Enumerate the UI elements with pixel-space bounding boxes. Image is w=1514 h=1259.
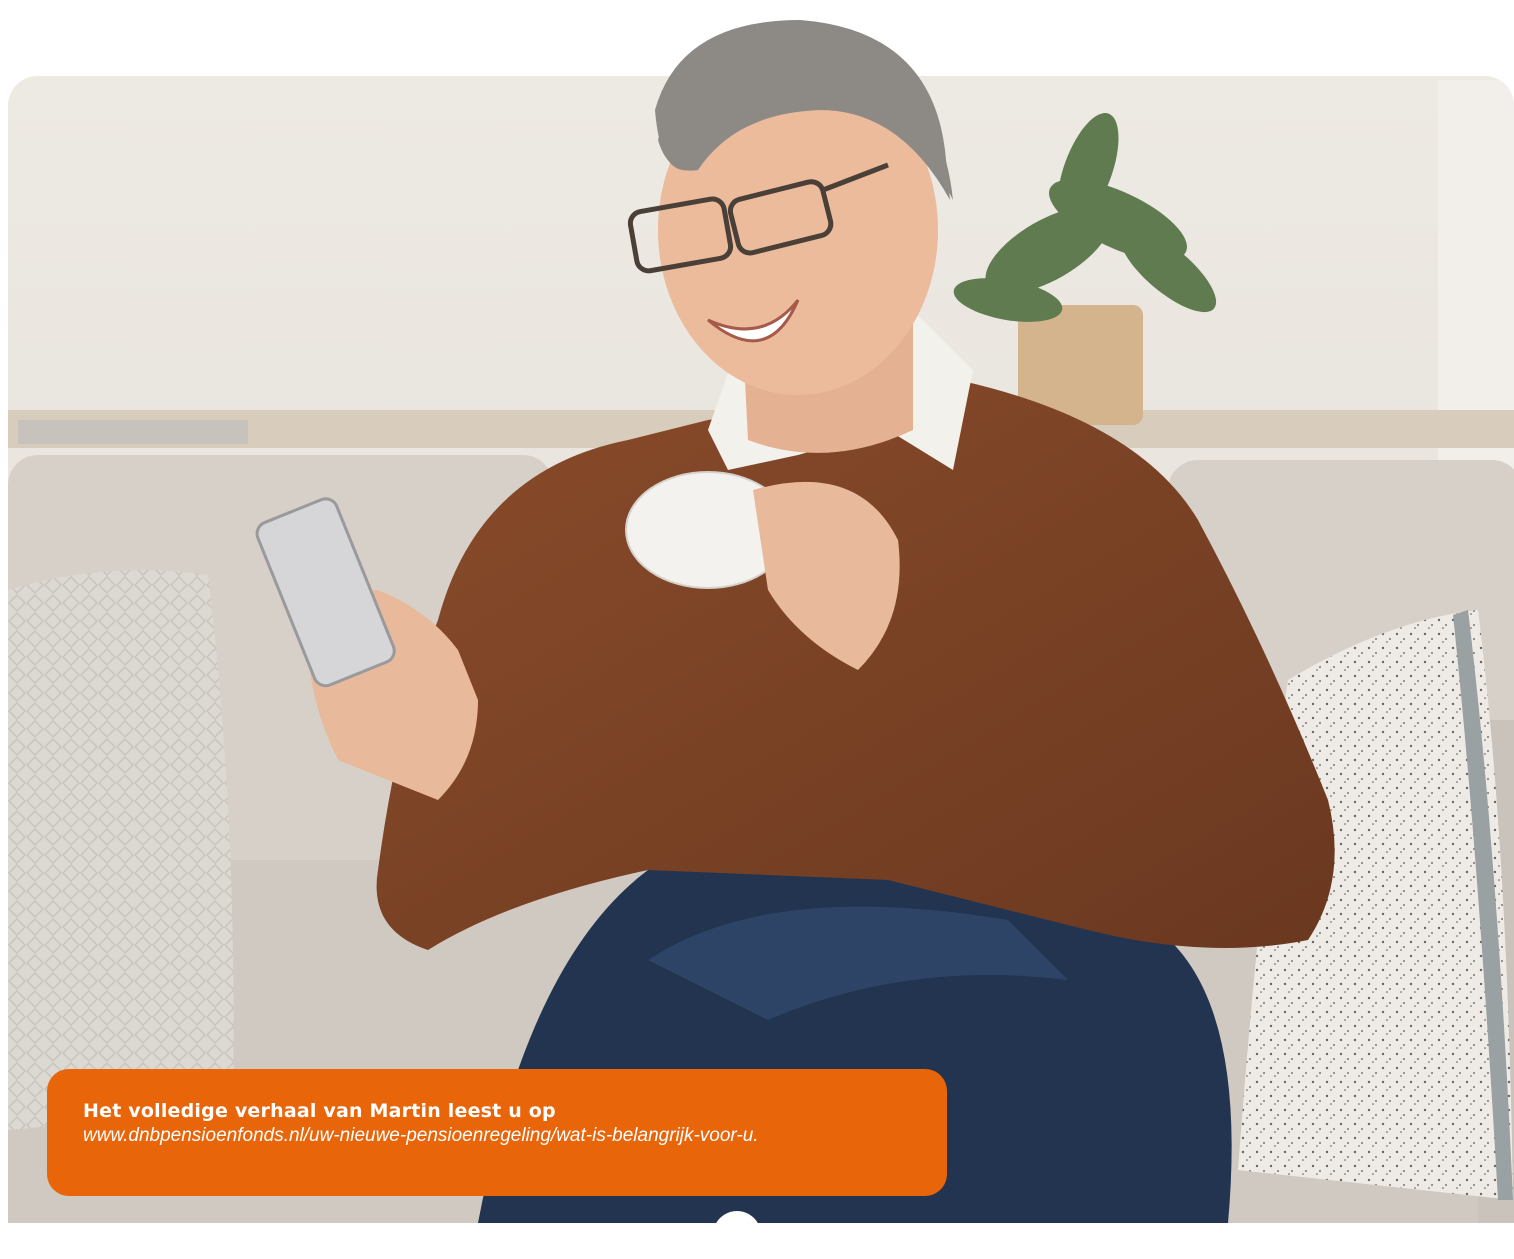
- photo-card: [8, 76, 1514, 1223]
- caption-url[interactable]: www.dnbpensioenfonds.nl/uw-nieuwe-pensio…: [83, 1123, 947, 1149]
- man-on-sofa-photo: [8, 76, 1514, 1223]
- caption-banner: Het volledige verhaal van Martin leest u…: [47, 1069, 947, 1196]
- page-indicator-dot: [713, 1211, 761, 1259]
- caption-title: Het volledige verhaal van Martin leest u…: [83, 1100, 556, 1122]
